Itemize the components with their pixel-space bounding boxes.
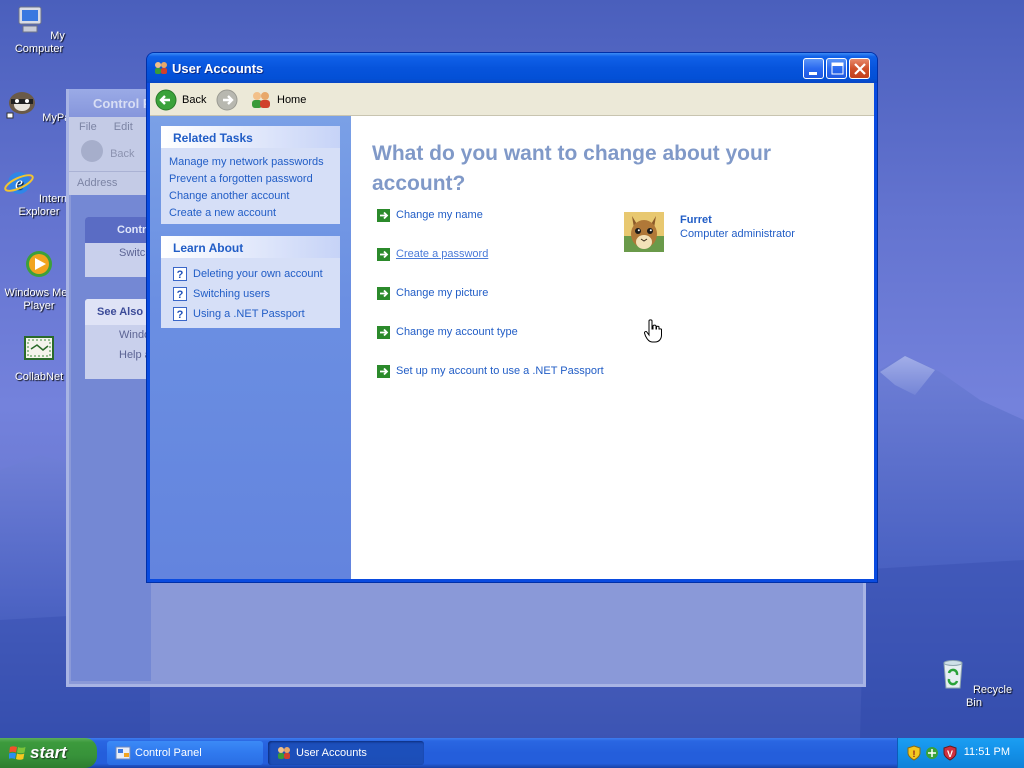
close-button[interactable] [849, 58, 870, 79]
related-task-link[interactable]: Create a new account [161, 205, 340, 222]
help-icon: ? [173, 307, 187, 321]
system-tray: ! V 11:51 PM [897, 738, 1024, 768]
home-button[interactable]: Home [250, 88, 306, 112]
back-label: Back [182, 94, 207, 106]
start-button[interactable]: start [0, 738, 97, 768]
learn-about-link[interactable]: ? Switching users [161, 284, 340, 304]
user-accounts-titlebar[interactable]: User Accounts [147, 53, 877, 83]
desktop-icon-label: CollabNet [14, 371, 64, 383]
learn-about-link[interactable]: ? Deleting your own account [161, 264, 340, 284]
navigation-bar: Back Home [150, 83, 874, 116]
task-change-account-type[interactable]: Change my account type [377, 323, 518, 341]
internet-explorer-icon: e [4, 172, 34, 194]
page-headline: What do you want to change about your ac… [372, 142, 771, 195]
green-arrow-icon [377, 325, 390, 339]
user-accounts-window[interactable]: User Accounts Back Home Related Tasks Ma… [147, 53, 877, 582]
taskbar: start Control Panel User Accounts ! V 11… [0, 738, 1024, 768]
svg-text:?: ? [177, 289, 184, 301]
related-tasks-panel: Related Tasks Manage my network password… [161, 126, 340, 224]
task-setup-net-passport[interactable]: Set up my account to use a .NET Passport [377, 362, 604, 380]
related-tasks-header[interactable]: Related Tasks [161, 126, 340, 148]
recycle-bin-icon [943, 660, 963, 689]
desktop: My Computer MyPal e Internet Explorer Win… [0, 0, 1024, 738]
security-shield-icon[interactable]: ! [906, 745, 922, 761]
back-arrow-icon [81, 140, 103, 162]
address-label: Address [77, 177, 118, 189]
taskbar-button-control-panel[interactable]: Control Panel [107, 741, 263, 765]
media-player-icon [26, 251, 52, 277]
start-label: start [30, 743, 67, 762]
close-icon [854, 63, 866, 75]
desktop-icon-my-computer[interactable]: My Computer [0, 3, 78, 56]
task-pane: Related Tasks Manage my network password… [150, 116, 351, 579]
home-label: Home [277, 94, 307, 106]
hand-cursor-icon [644, 319, 662, 343]
minimize-button[interactable] [803, 58, 824, 79]
learn-about-panel: Learn About ? Deleting your own account … [161, 236, 340, 328]
maximize-button[interactable] [826, 58, 847, 79]
green-arrow-icon [377, 286, 390, 300]
collabnet-icon [24, 336, 54, 360]
main-content: What do you want to change about your ac… [351, 116, 874, 579]
related-task-link[interactable]: Manage my network passwords [161, 154, 340, 171]
svg-text:?: ? [177, 269, 184, 281]
desktop-icon-label: Windows Med Player [4, 287, 74, 312]
user-accounts-icon [155, 62, 167, 74]
help-icon: ? [173, 267, 187, 281]
related-task-link[interactable]: Change another account [161, 188, 340, 205]
desktop-icon-label: Recycle Bin [966, 684, 1013, 709]
svg-text:V: V [947, 749, 953, 759]
control-panel-sidebar: Contro Switch See Also Windo Help a [71, 195, 165, 681]
learn-about-header[interactable]: Learn About [161, 236, 340, 258]
menu-edit[interactable]: Edit [114, 121, 133, 133]
user-avatar[interactable] [624, 212, 664, 252]
maximize-icon [831, 62, 844, 75]
green-arrow-icon [377, 208, 390, 222]
back-arrow-icon [155, 89, 177, 111]
task-change-picture[interactable]: Change my picture [377, 284, 488, 302]
related-task-link[interactable]: Prevent a forgotten password [161, 171, 340, 188]
desktop-icon-recycle-bin[interactable]: Recycle Bin [935, 657, 1013, 710]
green-arrow-icon [377, 364, 390, 378]
network-icon[interactable] [924, 745, 940, 761]
taskbar-button-user-accounts[interactable]: User Accounts [268, 741, 424, 765]
back-button[interactable]: Back [155, 88, 206, 112]
taskbar-button-label: User Accounts [296, 747, 367, 759]
forward-button[interactable] [216, 88, 238, 112]
help-icon: ? [173, 287, 187, 301]
window-title: User Accounts [172, 61, 264, 76]
cp-back-button[interactable]: Back [110, 148, 134, 160]
antivirus-icon[interactable]: V [942, 745, 958, 761]
my-computer-icon [18, 6, 42, 33]
user-name: Furret [680, 214, 712, 226]
svg-text:?: ? [177, 309, 184, 321]
menu-file[interactable]: File [79, 121, 97, 133]
svg-text:!: ! [913, 749, 916, 759]
user-accounts-icon [278, 747, 290, 759]
control-panel-title: Control P [93, 96, 152, 111]
clock[interactable]: 11:51 PM [964, 746, 1010, 758]
minimize-icon [809, 72, 817, 75]
mypal-icon [6, 92, 36, 119]
user-role: Computer administrator [680, 228, 795, 240]
taskbar-button-label: Control Panel [135, 747, 202, 759]
user-accounts-home-icon [252, 92, 270, 108]
control-panel-icon [115, 746, 131, 760]
forward-arrow-icon [216, 89, 238, 111]
task-change-name[interactable]: Change my name [377, 206, 483, 224]
task-create-password[interactable]: Create a password [377, 245, 488, 263]
learn-about-link[interactable]: ? Using a .NET Passport [161, 304, 340, 324]
green-arrow-icon [377, 247, 390, 261]
windows-flag-icon [9, 746, 26, 760]
